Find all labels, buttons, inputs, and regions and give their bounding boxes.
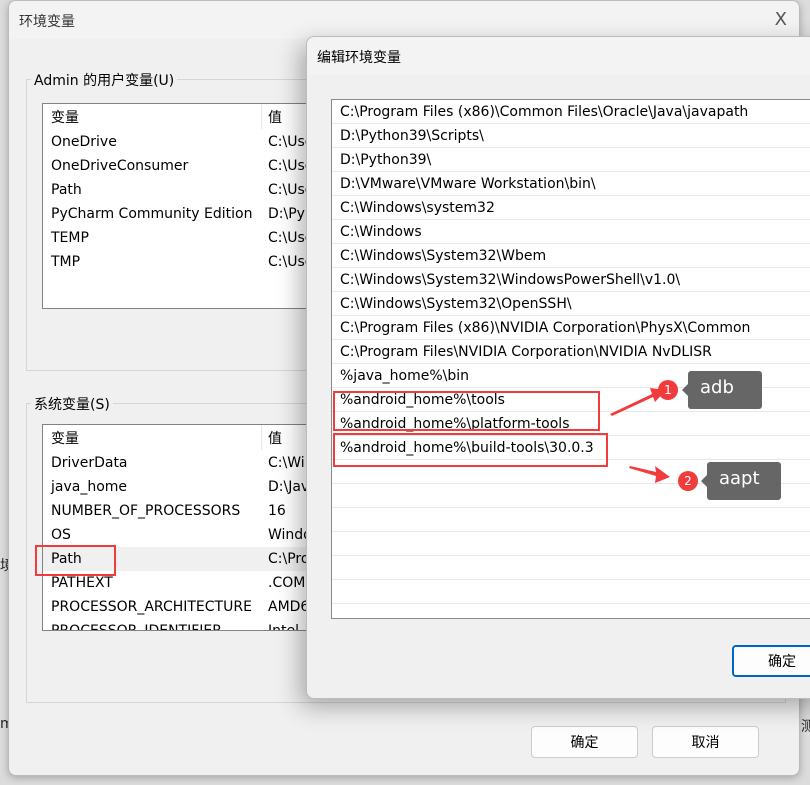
variable-name: OneDriveConsumer — [51, 158, 189, 174]
path-entry[interactable] — [332, 556, 810, 580]
path-entry[interactable]: C:\Windows\System32\Wbem — [332, 244, 810, 268]
variable-value: C:\Pro — [268, 551, 310, 567]
variable-name: PyCharm Community Edition — [51, 206, 253, 222]
path-entry[interactable]: D:\Python39\Scripts\ — [332, 124, 810, 148]
path-entry[interactable]: C:\Program Files (x86)\NVIDIA Corporatio… — [332, 316, 810, 340]
path-entry[interactable]: D:\Python39\ — [332, 148, 810, 172]
annotation-label: adb — [682, 371, 762, 409]
variable-value: 16 — [268, 503, 286, 519]
path-entry[interactable] — [332, 580, 810, 604]
dialog-title: 环境变量 — [9, 1, 799, 39]
highlight-box-tools — [333, 391, 600, 431]
variable-name: DriverData — [51, 455, 128, 471]
variable-name: OneDrive — [51, 134, 117, 150]
variable-name: PATHEXT — [51, 575, 113, 591]
variable-value: D:\Jav — [268, 479, 310, 495]
variable-value: D:\Py — [268, 206, 305, 222]
variable-name: PROCESSOR_ARCHITECTURE — [51, 599, 252, 615]
highlight-box-build-tools — [333, 433, 608, 467]
annotation-label: aapt — [701, 462, 781, 500]
variable-name: NUMBER_OF_PROCESSORS — [51, 503, 241, 519]
background-text: 测 — [801, 719, 810, 735]
path-entry[interactable]: C:\Program Files\NVIDIA Corporation\NVID… — [332, 340, 810, 364]
variable-value: Intel — [268, 623, 299, 631]
highlight-box-path — [35, 545, 116, 576]
annotation-badge: 2 — [678, 471, 698, 491]
path-entry[interactable]: C:\Windows\System32\OpenSSH\ — [332, 292, 810, 316]
path-entry[interactable]: C:\Windows — [332, 220, 810, 244]
variable-name: OS — [51, 527, 71, 543]
ok-button[interactable]: 确定 — [531, 726, 638, 758]
dialog-title: 编辑环境变量 — [307, 37, 810, 75]
column-header-value[interactable]: 值 — [261, 425, 282, 450]
column-header-value[interactable]: 值 — [261, 104, 282, 129]
column-header-name[interactable]: 变量 — [43, 107, 261, 127]
group-label: 系统变量(S) — [31, 394, 113, 414]
edit-environment-variable-dialog: 编辑环境变量 C:\Program Files (x86)\Common Fil… — [306, 36, 810, 699]
variable-value: AMD6 — [268, 599, 310, 615]
path-entry[interactable] — [332, 508, 810, 532]
variable-name: TMP — [51, 254, 81, 270]
group-label: Admin 的用户变量(U) — [31, 70, 178, 90]
path-entry[interactable]: C:\Program Files (x86)\Common Files\Orac… — [332, 100, 810, 124]
arrow-icon — [629, 466, 670, 483]
variable-value: .COM — [268, 575, 306, 591]
close-icon[interactable]: X — [775, 9, 787, 30]
path-entry[interactable]: D:\VMware\VMware Workstation\bin\ — [332, 172, 810, 196]
variable-name: PROCESSOR_IDENTIFIER — [51, 623, 222, 631]
path-entry[interactable] — [332, 532, 810, 556]
path-entry[interactable]: C:\Windows\System32\WindowsPowerShell\v1… — [332, 268, 810, 292]
variable-name: TEMP — [51, 230, 89, 246]
variable-value: C:\Wi — [268, 455, 305, 471]
column-header-name[interactable]: 变量 — [43, 428, 261, 448]
variable-name: java_home — [51, 479, 128, 495]
cancel-button[interactable]: 取消 — [652, 726, 759, 758]
variable-name: Path — [51, 182, 82, 198]
path-entry[interactable]: C:\Windows\system32 — [332, 196, 810, 220]
variable-value: Windo — [268, 527, 312, 543]
annotation-badge: 1 — [658, 380, 678, 400]
path-entries-list[interactable]: C:\Program Files (x86)\Common Files\Orac… — [331, 99, 810, 619]
edit-ok-button[interactable]: 确定 — [732, 645, 810, 677]
